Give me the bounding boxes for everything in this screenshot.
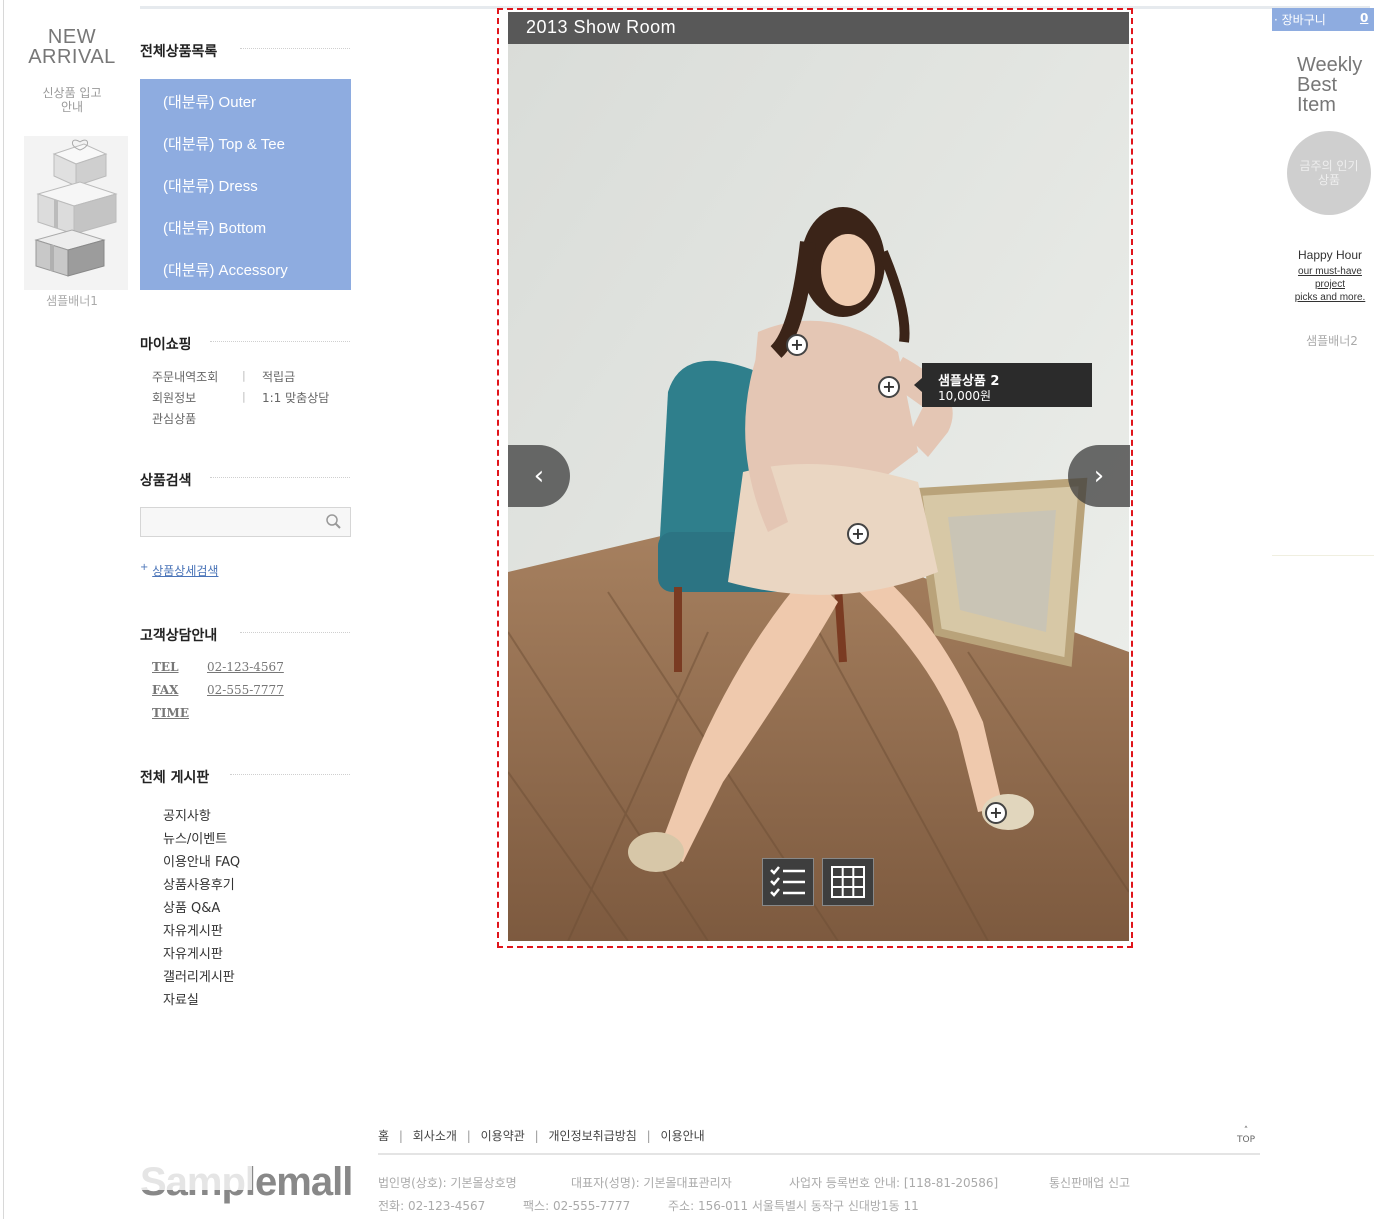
category-heading: 전체상품목록 xyxy=(140,44,218,60)
popular-products-circle[interactable]: 금주의 인기 상품 xyxy=(1287,131,1371,215)
happy-hour-title: Happy Hour xyxy=(1297,248,1363,262)
wishlist-link[interactable]: 관심상품 xyxy=(152,410,196,427)
happy-hour-banner[interactable]: Happy Hour our must-have project picks a… xyxy=(1287,248,1373,304)
new-arrival-title[interactable]: NEW ARRIVAL xyxy=(22,27,122,67)
order-history-link[interactable]: 주문내역조회 xyxy=(152,368,218,385)
board-item-faq[interactable]: 이용안내 FAQ xyxy=(163,851,240,870)
advanced-search-prefix: + xyxy=(140,562,149,573)
consultation-link[interactable]: 1:1 맞춤상담 xyxy=(262,389,329,406)
customer-service-heading: 고객상담안내 xyxy=(140,628,218,644)
tel-value[interactable]: 02-123-4567 xyxy=(207,660,284,674)
category-item-bottom[interactable]: (대분류) Bottom xyxy=(163,217,266,238)
board-item-free-1[interactable]: 자유게시판 xyxy=(163,920,223,939)
boards-rule xyxy=(230,774,350,776)
gift-box-icon xyxy=(34,139,118,277)
weekly-line1: Weekly xyxy=(1297,54,1363,76)
footer-separator: | xyxy=(534,1129,539,1143)
my-shopping-rule xyxy=(210,341,350,343)
footer-address: 주소: 156-011 서울특별시 동작구 신대방1동 11 xyxy=(668,1199,919,1213)
footer-separator: | xyxy=(398,1129,403,1143)
board-item-archive[interactable]: 자료실 xyxy=(163,989,199,1008)
board-item-gallery[interactable]: 갤러리게시판 xyxy=(163,966,235,985)
tel-label: TEL xyxy=(152,660,179,674)
footer-divider xyxy=(378,1153,1260,1155)
logo-fade xyxy=(140,1160,252,1190)
popular-line2: 상품 xyxy=(1317,173,1341,187)
cart-bar[interactable]: · 장바구니 0 xyxy=(1272,8,1374,31)
search-box xyxy=(140,507,351,537)
ecommerce-license[interactable]: 통신판매업 신고 xyxy=(1049,1174,1130,1191)
happy-hour-line1: our must-have xyxy=(1298,266,1362,277)
show-room-frame xyxy=(497,8,1133,948)
footer-phone: 전화: 02-123-4567 xyxy=(378,1199,486,1213)
popular-line1: 금주의 인기 xyxy=(1299,159,1359,173)
my-shopping-heading: 마이쇼핑 xyxy=(140,337,192,353)
footer-link-privacy[interactable]: 개인정보취급방침 xyxy=(549,1129,637,1143)
sample-banner-2[interactable]: 샘플배너2 xyxy=(1289,332,1374,349)
category-item-accessory[interactable]: (대분류) Accessory xyxy=(163,259,288,280)
category-item-dress[interactable]: (대분류) Dress xyxy=(163,175,258,196)
weekly-line2: Best xyxy=(1297,74,1338,96)
member-info-link[interactable]: 회원정보 xyxy=(152,389,196,406)
new-arrival-sub-line2: 안내 xyxy=(60,100,84,114)
top-label: TOP xyxy=(1237,1135,1256,1145)
board-item-reviews[interactable]: 상품사용후기 xyxy=(163,874,235,893)
footer-fax: 팩스: 02-555-7777 xyxy=(523,1199,631,1213)
new-arrival-sub-line1: 신상품 입고 xyxy=(42,86,102,100)
footer-link-guide[interactable]: 이용안내 xyxy=(661,1129,705,1143)
board-item-notice[interactable]: 공지사항 xyxy=(163,805,211,824)
new-arrival-line1: NEW xyxy=(47,26,97,48)
boards-heading: 전체 게시판 xyxy=(140,770,210,786)
happy-hour-line2: project xyxy=(1314,279,1345,290)
board-item-free-2[interactable]: 자유게시판 xyxy=(163,943,223,962)
new-arrival-subtitle[interactable]: 신상품 입고 안내 xyxy=(30,86,114,114)
points-link[interactable]: 적립금 xyxy=(262,368,295,385)
gift-box-image[interactable] xyxy=(24,136,128,290)
footer-nav: 홈 | 회사소개 | 이용약관 | 개인정보취급방침 | 이용안내 xyxy=(378,1127,705,1144)
footer-link-home[interactable]: 홈 xyxy=(378,1129,389,1143)
board-item-news[interactable]: 뉴스/이벤트 xyxy=(163,828,227,847)
customer-service-rule xyxy=(240,632,350,634)
fax-value[interactable]: 02-555-7777 xyxy=(207,683,284,697)
weekly-line3: Item xyxy=(1297,94,1336,116)
fax-label: FAX xyxy=(152,683,179,697)
search-icon[interactable] xyxy=(325,513,342,534)
category-item-top-tee[interactable]: (대분류) Top & Tee xyxy=(163,133,285,154)
business-number[interactable]: 사업자 등록번호 안내: [118-81-20586] xyxy=(789,1174,998,1191)
company-name: 법인명(상호): 기본몰상호명 xyxy=(378,1176,517,1190)
link-separator: | xyxy=(242,369,246,382)
happy-hour-line3: picks and more. xyxy=(1294,292,1366,303)
category-heading-rule xyxy=(240,48,350,50)
footer-link-terms[interactable]: 이용약관 xyxy=(481,1129,525,1143)
right-divider xyxy=(1272,555,1374,556)
search-input[interactable] xyxy=(143,510,317,534)
footer-link-about[interactable]: 회사소개 xyxy=(413,1129,457,1143)
cart-count: 0 xyxy=(1360,11,1369,25)
advanced-search[interactable]: + 상품상세검색 xyxy=(140,562,218,579)
page-border xyxy=(3,0,4,1219)
time-label: TIME xyxy=(152,706,189,720)
footer-separator: | xyxy=(466,1129,471,1143)
product-search-heading: 상품검색 xyxy=(140,473,192,489)
back-to-top[interactable]: ˄ TOP xyxy=(1237,1127,1255,1145)
board-item-qna[interactable]: 상품 Q&A xyxy=(163,897,220,916)
category-item-outer[interactable]: (대분류) Outer xyxy=(163,91,256,112)
link-separator: | xyxy=(242,390,246,403)
footer-separator: | xyxy=(646,1129,651,1143)
product-search-rule xyxy=(210,477,350,479)
category-menu: (대분류) Outer (대분류) Top & Tee (대분류) Dress … xyxy=(140,79,351,290)
sample-banner-1[interactable]: 샘플배너1 xyxy=(30,292,114,309)
advanced-search-link[interactable]: 상품상세검색 xyxy=(152,564,218,578)
weekly-best-title[interactable]: Weekly Best Item xyxy=(1297,55,1362,115)
cart-label[interactable]: · 장바구니 xyxy=(1274,11,1326,28)
ceo-name: 대표자(성명): 기본몰대표관리자 xyxy=(571,1176,732,1190)
new-arrival-line2: ARRIVAL xyxy=(28,46,116,68)
